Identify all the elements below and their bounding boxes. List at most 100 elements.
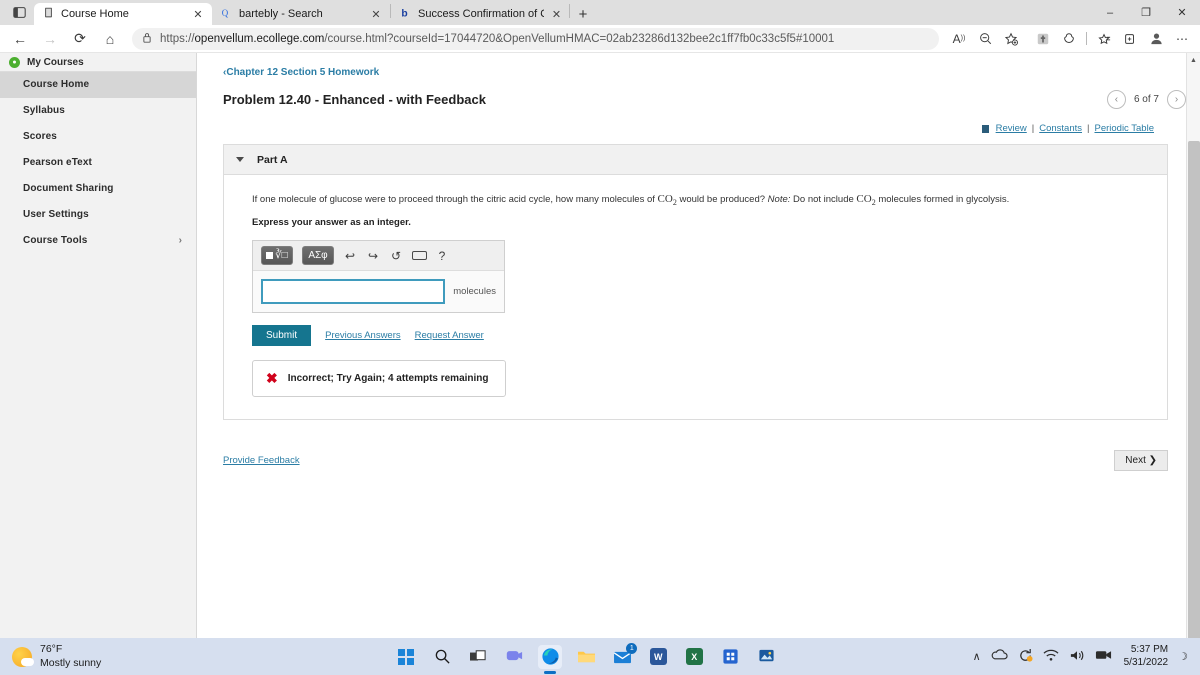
constants-link[interactable]: Constants	[1039, 123, 1082, 134]
window-controls: – ❐ ✕	[1092, 0, 1200, 25]
start-button[interactable]	[394, 645, 418, 669]
greek-symbols-button[interactable]: ΑΣφ	[302, 246, 334, 266]
windows-update-icon[interactable]	[1018, 648, 1033, 666]
refresh-button[interactable]: ⟳	[66, 27, 94, 51]
profile-icon[interactable]	[1144, 27, 1168, 51]
previous-answers-link[interactable]: Previous Answers	[325, 330, 401, 341]
minimize-button[interactable]: –	[1092, 0, 1128, 25]
address-bar[interactable]: https://openvellum.ecollege.com/course.h…	[132, 27, 939, 50]
weather-sun-cloud-icon	[12, 646, 34, 667]
sidebar-item-pearson-etext[interactable]: Pearson eText	[0, 150, 196, 176]
sidebar-item-label: Course Tools	[23, 235, 88, 246]
add-favorite-icon[interactable]	[999, 27, 1023, 51]
review-link[interactable]: Review	[996, 123, 1027, 134]
sidebar-item-course-home[interactable]: Course Home	[0, 72, 196, 98]
sidebar-item-user-settings[interactable]: User Settings	[0, 202, 196, 228]
reset-icon[interactable]: ↺	[389, 249, 403, 263]
course-sidebar: ● My Courses Course Home Syllabus Scores…	[0, 53, 197, 638]
search-icon[interactable]	[430, 645, 454, 669]
edge-icon[interactable]	[538, 644, 563, 674]
teams-icon[interactable]	[502, 645, 526, 669]
svg-text:Q: Q	[222, 8, 229, 18]
breadcrumb-label: Chapter 12 Section 5 Homework	[226, 67, 380, 78]
previous-problem-button[interactable]: ‹	[1106, 90, 1126, 109]
undo-icon[interactable]: ↩	[343, 249, 357, 263]
browser-tab-1[interactable]: Q bartebly - Search ✕	[212, 3, 390, 25]
answer-input[interactable]	[261, 279, 446, 305]
browser-essentials-icon[interactable]	[1057, 27, 1081, 51]
settings-more-icon[interactable]: ⋯	[1170, 27, 1194, 51]
microsoft-store-icon[interactable]	[718, 645, 742, 669]
part-a-header[interactable]: Part A	[224, 145, 1167, 175]
template-icon[interactable]: ∛□	[261, 246, 293, 266]
new-tab-button[interactable]: +	[570, 3, 596, 25]
tray-chevron-icon[interactable]: ∧	[973, 650, 981, 663]
onedrive-icon[interactable]	[991, 649, 1008, 664]
collections-icon[interactable]	[1118, 27, 1142, 51]
zoom-out-icon[interactable]	[973, 27, 997, 51]
extension-icon[interactable]	[1031, 27, 1055, 51]
collapse-triangle-icon[interactable]	[236, 157, 244, 162]
sidebar-item-syllabus[interactable]: Syllabus	[0, 98, 196, 124]
forward-button[interactable]: →	[36, 27, 64, 51]
question-text: If one molecule of glucose were to proce…	[252, 193, 1010, 208]
wifi-icon[interactable]	[1043, 649, 1059, 665]
close-window-button[interactable]: ✕	[1164, 0, 1200, 25]
photos-icon[interactable]	[754, 645, 778, 669]
sidebar-item-scores[interactable]: Scores	[0, 124, 196, 150]
volume-icon[interactable]	[1069, 649, 1085, 665]
redo-icon[interactable]: ↪	[366, 249, 380, 263]
scroll-up-arrow[interactable]: ▲	[1187, 53, 1200, 67]
request-answer-link[interactable]: Request Answer	[415, 330, 484, 341]
close-icon[interactable]: ✕	[369, 8, 383, 21]
browser-tab-2-title: Success Confirmation of Questio	[418, 8, 544, 20]
close-icon[interactable]: ✕	[551, 8, 562, 21]
answer-widget: ∛□ ΑΣφ ↩ ↪ ↺ ? molecules	[252, 240, 505, 314]
sidebar-item-course-tools[interactable]: Course Tools ›	[0, 228, 196, 254]
sidebar-item-label: Pearson eText	[23, 157, 92, 168]
next-button[interactable]: Next ❯	[1114, 450, 1168, 472]
my-courses-header[interactable]: ● My Courses	[0, 53, 196, 72]
periodic-table-link[interactable]: Periodic Table	[1094, 123, 1154, 134]
notification-bell-icon[interactable]: ☽	[1178, 650, 1188, 663]
next-problem-button[interactable]: ›	[1167, 90, 1186, 109]
excel-icon[interactable]: X	[682, 645, 706, 669]
maximize-button[interactable]: ❐	[1128, 0, 1164, 25]
close-icon[interactable]: ✕	[191, 8, 205, 21]
courses-badge-icon: ●	[9, 56, 20, 68]
feedback-message: ✖ Incorrect; Try Again; 4 attempts remai…	[252, 360, 506, 398]
page-scrollbar[interactable]: ▲	[1186, 53, 1200, 641]
co2-formula: CO2	[856, 193, 876, 208]
sidebar-item-document-sharing[interactable]: Document Sharing	[0, 176, 196, 202]
part-a-body: If one molecule of glucose were to proce…	[224, 175, 1167, 419]
weather-text: 76°F Mostly sunny	[40, 643, 101, 669]
answer-units-label: molecules	[453, 286, 496, 298]
help-icon[interactable]: ?	[435, 249, 449, 263]
favorites-icon[interactable]	[1092, 27, 1116, 51]
problem-counter: 6 of 7	[1133, 94, 1159, 105]
taskbar-clock[interactable]: 5:37 PM 5/31/2022	[1124, 644, 1169, 669]
lock-icon	[142, 30, 152, 48]
tab-actions-icon[interactable]	[4, 0, 34, 25]
problem-content: ‹Chapter 12 Section 5 Homework Problem 1…	[197, 53, 1200, 638]
svg-text:b: b	[401, 9, 407, 19]
file-explorer-icon[interactable]	[574, 645, 598, 669]
keyboard-icon[interactable]	[412, 249, 427, 263]
submit-button[interactable]: Submit	[252, 325, 312, 347]
back-button[interactable]: ←	[6, 27, 34, 51]
browser-tab-2[interactable]: b Success Confirmation of Questio ✕	[391, 3, 569, 25]
breadcrumb[interactable]: ‹Chapter 12 Section 5 Homework	[223, 67, 1186, 78]
browser-tab-0[interactable]: Course Home ✕	[34, 3, 212, 25]
windows-taskbar: 76°F Mostly sunny 1 W X ∧ 5:37 PM 5/31/2…	[0, 638, 1200, 675]
home-button[interactable]: ⌂	[96, 27, 124, 51]
mail-icon[interactable]: 1	[610, 642, 638, 669]
word-icon[interactable]: W	[646, 645, 670, 669]
read-aloud-icon[interactable]: A))	[947, 27, 971, 51]
provide-feedback-link[interactable]: Provide Feedback	[223, 455, 300, 466]
camera-icon[interactable]	[1095, 649, 1112, 664]
task-view-icon[interactable]	[466, 645, 490, 669]
scrollbar-thumb[interactable]	[1188, 141, 1200, 641]
weather-widget[interactable]: 76°F Mostly sunny	[0, 643, 200, 669]
clock-date: 5/31/2022	[1123, 656, 1169, 668]
taskbar-apps: 1 W X	[200, 642, 973, 674]
